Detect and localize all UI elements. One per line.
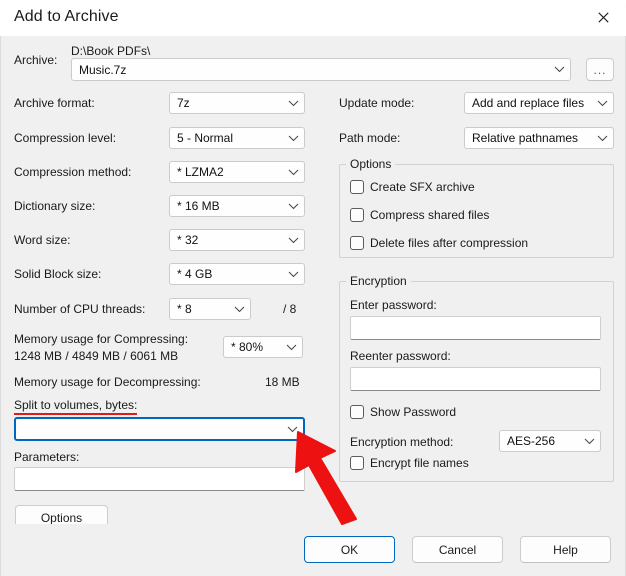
compression-level-combo[interactable]: 5 - Normal [169,127,305,149]
memory-decompress-label: Memory usage for Decompressing: [14,375,201,389]
ok-button[interactable]: OK [304,536,395,563]
memory-percent-combo[interactable]: * 80% [223,336,303,358]
archive-format-combo[interactable]: 7z [169,92,305,114]
memory-compress-values: 1248 MB / 4849 MB / 6061 MB [14,349,179,363]
close-icon[interactable] [580,0,626,34]
solid-block-size-value: * 4 GB [177,267,213,281]
split-volumes-combo[interactable] [14,417,305,441]
checkbox-delete-files-after-compression[interactable]: Delete files after compression [350,236,528,250]
page-title: Add to Archive [14,8,119,25]
chevron-down-icon [282,237,304,244]
checkbox-label: Create SFX archive [370,180,475,194]
browse-button[interactable]: ... [586,58,614,81]
update-mode-label: Update mode: [339,96,415,110]
dictionary-size-value: * 16 MB [177,199,220,213]
path-mode-combo[interactable]: Relative pathnames [464,127,614,149]
checkbox-box [350,180,364,194]
options-group-title: Options [346,157,396,171]
chevron-down-icon [282,271,304,278]
path-mode-value: Relative pathnames [472,131,579,145]
encryption-group-title: Encryption [346,274,411,288]
compression-method-value: * LZMA2 [177,165,224,179]
archive-label: Archive: [14,53,58,67]
chevron-down-icon [578,438,600,445]
parameters-input[interactable] [14,467,305,491]
cpu-threads-label: Number of CPU threads: [14,302,146,316]
checkbox-box [350,208,364,222]
solid-block-size-combo[interactable]: * 4 GB [169,263,305,285]
cpu-threads-combo[interactable]: * 8 [169,298,251,320]
archive-name-combo[interactable]: Music.7z [71,58,571,81]
compression-level-value: 5 - Normal [177,131,234,145]
dictionary-size-combo[interactable]: * 16 MB [169,195,305,217]
checkbox-label: Compress shared files [370,208,490,222]
checkbox-compress-shared-files[interactable]: Compress shared files [350,208,489,222]
help-button[interactable]: Help [520,536,611,563]
word-size-label: Word size: [14,233,71,247]
update-mode-combo[interactable]: Add and replace files [464,92,614,114]
chevron-down-icon [282,135,304,142]
checkbox-box [350,236,364,250]
parameters-label: Parameters: [14,450,80,464]
chevron-down-icon [228,306,250,313]
chevron-down-icon [548,66,570,73]
checkbox-label: Show Password [370,405,457,419]
archive-path: D:\Book PDFs\ [71,44,151,58]
compression-method-label: Compression method: [14,165,132,179]
archive-format-value: 7z [177,96,190,110]
memory-compress-label: Memory usage for Compressing: [14,332,189,346]
add-to-archive-dialog: Add to Archive Archive: D:\Book PDFs\ Mu… [0,0,626,576]
reenter-password-field[interactable] [350,367,601,391]
checkbox-show-password[interactable]: Show Password [350,405,456,419]
path-mode-label: Path mode: [339,131,401,145]
compression-method-combo[interactable]: * LZMA2 [169,161,305,183]
chevron-down-icon [282,203,304,210]
chevron-down-icon [281,426,303,433]
enter-password-field[interactable] [350,316,601,340]
archive-format-label: Archive format: [14,96,95,110]
memory-decompress-value: 18 MB [265,375,300,389]
checkbox-create-sfx-archive[interactable]: Create SFX archive [350,180,475,194]
word-size-value: * 32 [177,233,199,247]
title-bar: Add to Archive [0,0,626,37]
checkbox-label: Encrypt file names [370,456,469,470]
cancel-button[interactable]: Cancel [412,536,503,563]
word-size-combo[interactable]: * 32 [169,229,305,251]
chevron-down-icon [591,135,613,142]
compression-level-label: Compression level: [14,131,117,145]
update-mode-value: Add and replace files [472,96,585,110]
checkbox-encrypt-file-names[interactable]: Encrypt file names [350,456,469,470]
encryption-method-value: AES-256 [507,434,556,448]
split-volumes-label: Split to volumes, bytes: [14,398,138,415]
checkbox-box [350,405,364,419]
chevron-down-icon [282,169,304,176]
checkbox-label: Delete files after compression [370,236,529,250]
chevron-down-icon [591,100,613,107]
checkbox-box [350,456,364,470]
dialog-body: Archive: D:\Book PDFs\ Music.7z ... Arch… [0,36,626,576]
cpu-threads-value: * 8 [177,302,192,316]
encryption-method-combo[interactable]: AES-256 [499,430,601,452]
archive-name-value: Music.7z [79,62,127,77]
solid-block-size-label: Solid Block size: [14,267,102,281]
chevron-down-icon [282,100,304,107]
reenter-password-label: Reenter password: [350,349,451,363]
chevron-down-icon [280,344,302,351]
cpu-threads-total: / 8 [283,302,297,316]
memory-percent-value: * 80% [231,340,264,354]
dictionary-size-label: Dictionary size: [14,199,96,213]
enter-password-label: Enter password: [350,298,437,312]
encryption-method-label: Encryption method: [350,435,454,449]
